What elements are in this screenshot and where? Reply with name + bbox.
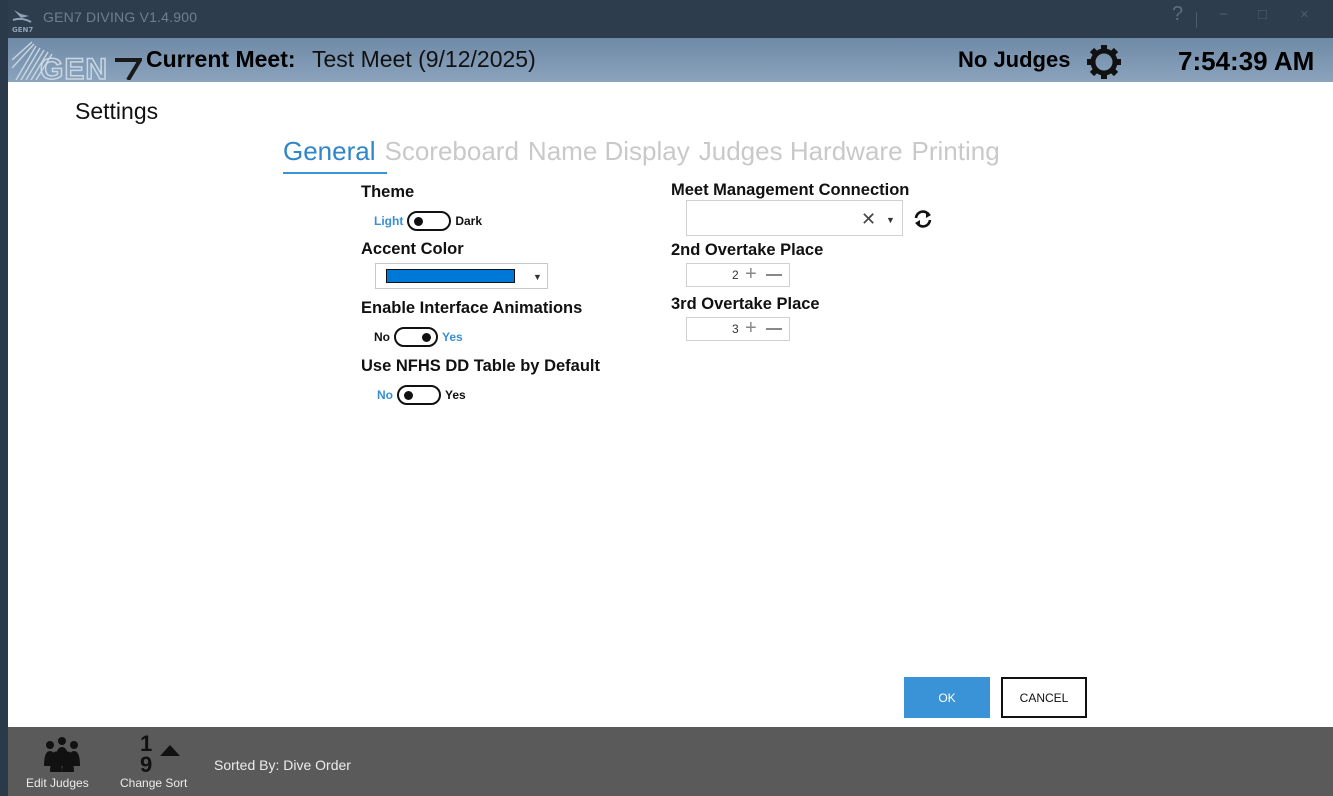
animations-no-label: No — [374, 330, 390, 344]
animations-label: Enable Interface Animations — [361, 299, 583, 317]
plus-icon[interactable]: + — [745, 317, 757, 340]
tab-name-display[interactable]: Name Display — [528, 136, 690, 167]
nfhs-toggle[interactable] — [397, 385, 441, 405]
toggle-knob — [404, 391, 413, 400]
theme-light-label: Light — [374, 214, 404, 228]
gen7-logo: GEN — [12, 41, 142, 80]
sort-bottom-digit: 9 — [140, 752, 153, 777]
window-title: GEN7 DIVING V1.4.900 — [43, 9, 198, 25]
toggle-knob — [422, 333, 431, 342]
close-button[interactable]: × — [1300, 6, 1309, 23]
animations-toggle-row: No Yes — [374, 327, 463, 347]
accent-color-label: Accent Color — [361, 240, 464, 258]
toggle-knob — [414, 217, 424, 226]
connection-select[interactable]: ✕ ▼ — [686, 200, 903, 236]
app-header: GEN Current Meet: Test Meet (9/12/2025) … — [8, 38, 1333, 82]
sorted-by-text: Sorted By: Dive Order — [214, 757, 351, 773]
theme-toggle[interactable] — [407, 211, 452, 231]
minus-icon[interactable] — [766, 328, 782, 330]
current-meet-value: Test Meet (9/12/2025) — [312, 46, 536, 72]
accent-color-swatch — [386, 269, 515, 283]
current-meet-label: Current Meet: — [146, 46, 296, 72]
active-tab-indicator — [283, 172, 387, 174]
svg-text:GEN: GEN — [40, 53, 108, 80]
nfhs-toggle-row: No Yes — [377, 385, 466, 405]
plus-icon[interactable]: + — [745, 263, 757, 286]
tab-general[interactable]: General — [283, 136, 376, 167]
refresh-icon[interactable] — [913, 209, 933, 229]
maximize-button[interactable]: □ — [1258, 6, 1267, 23]
change-sort-icon[interactable]: 1 9 — [136, 731, 186, 777]
theme-label: Theme — [361, 183, 415, 201]
nfhs-no-label: No — [377, 388, 393, 402]
tab-judges-hardware[interactable]: Judges Hardware — [699, 136, 903, 167]
overtake2-label: 2nd Overtake Place — [671, 241, 824, 259]
ok-button[interactable]: OK — [904, 677, 990, 718]
overtake2-value: 2 — [732, 268, 739, 282]
clock-display: 7:54:39 AM — [1178, 46, 1315, 76]
title-separator — [1196, 12, 1197, 28]
page-title: Settings — [75, 98, 159, 124]
minimize-button[interactable]: − — [1219, 6, 1228, 23]
gear-icon[interactable] — [1086, 44, 1122, 80]
animations-toggle[interactable] — [394, 327, 438, 347]
bottom-toolbar: Edit Judges 1 9 Change Sort Sorted By: D… — [8, 727, 1333, 796]
tab-printing[interactable]: Printing — [912, 136, 1000, 167]
cancel-button[interactable]: CANCEL — [1001, 677, 1087, 718]
svg-text:GEN7: GEN7 — [12, 26, 33, 34]
accent-color-select[interactable]: ▼ — [375, 263, 548, 289]
help-button[interactable]: ? — [1172, 3, 1183, 26]
connection-label: Meet Management Connection — [671, 181, 910, 199]
judges-status: No Judges — [958, 47, 1071, 72]
change-sort-label[interactable]: Change Sort — [120, 776, 187, 790]
nfhs-yes-label: Yes — [445, 388, 466, 402]
overtake3-label: 3rd Overtake Place — [671, 295, 820, 313]
theme-toggle-row: Light Dark — [374, 211, 482, 231]
edit-judges-label[interactable]: Edit Judges — [26, 776, 89, 790]
minus-icon[interactable] — [766, 274, 782, 276]
app-window: GEN7 GEN7 DIVING V1.4.900 ? − □ × GEN Cu… — [8, 0, 1333, 796]
overtake2-stepper[interactable]: 2 + — [686, 263, 790, 287]
tab-scoreboard[interactable]: Scoreboard — [385, 136, 519, 167]
nfhs-label: Use NFHS DD Table by Default — [361, 357, 600, 375]
sort-ascending-icon — [160, 745, 180, 756]
title-bar: GEN7 GEN7 DIVING V1.4.900 ? − □ × — [8, 0, 1333, 38]
clear-icon[interactable]: ✕ — [861, 209, 876, 230]
animations-yes-label: Yes — [442, 330, 463, 344]
overtake3-stepper[interactable]: 3 + — [686, 317, 790, 341]
settings-tabs: General Scoreboard Name Display Judges H… — [283, 136, 1009, 167]
overtake3-value: 3 — [732, 322, 739, 336]
chevron-down-icon: ▼ — [533, 272, 542, 282]
chevron-down-icon[interactable]: ▼ — [886, 215, 895, 225]
theme-dark-label: Dark — [455, 214, 483, 228]
app-logo-icon: GEN7 — [12, 10, 33, 34]
judges-icon[interactable] — [42, 736, 82, 772]
